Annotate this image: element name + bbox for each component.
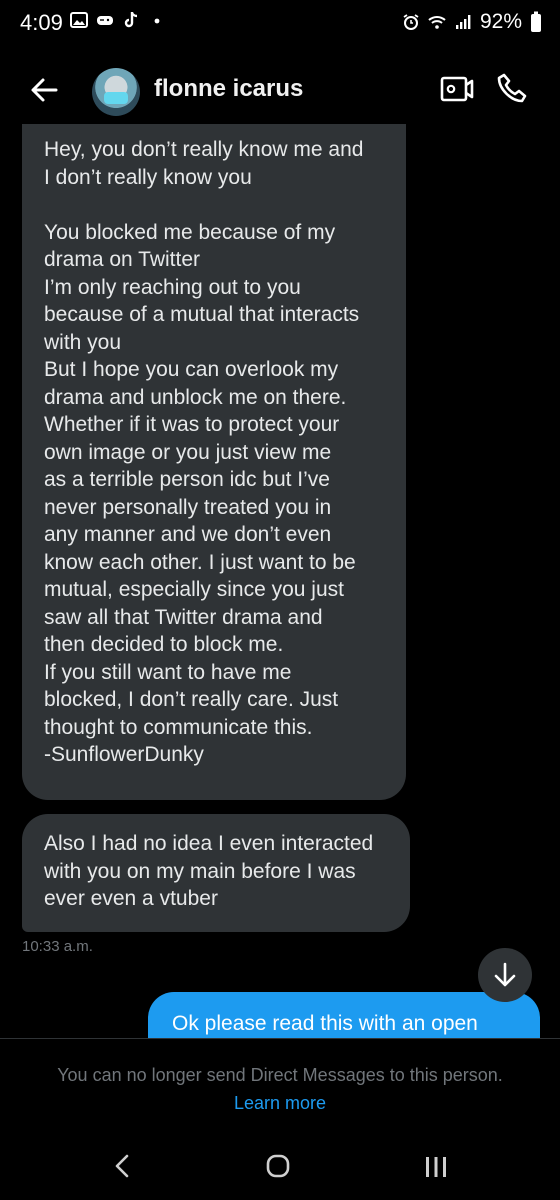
back-arrow-icon[interactable]	[26, 72, 66, 108]
blocked-footer: You can no longer send Direct Messages t…	[0, 1038, 560, 1131]
battery-level: 92%	[479, 10, 522, 33]
incoming-message[interactable]: Also I had no idea I even interacted wit…	[22, 814, 410, 932]
blocked-notice: You can no longer send Direct Messages t…	[57, 1065, 503, 1085]
conversation-header: flonne icarus	[0, 58, 560, 122]
nav-back-icon[interactable]	[112, 1154, 132, 1178]
tiktok-icon	[124, 12, 138, 28]
gamepad-icon	[97, 16, 113, 25]
phone-call-icon[interactable]	[496, 72, 528, 104]
battery-icon	[531, 11, 541, 32]
notification-icons	[70, 11, 166, 29]
alarm-icon	[403, 14, 419, 30]
arrow-down-icon	[494, 962, 516, 987]
incoming-message[interactable]: Hey, you don’t really know me and I don’…	[22, 124, 406, 800]
dot-icon	[154, 18, 160, 24]
system-status: 92%	[402, 10, 542, 34]
message-timestamp: 10:33 a.m.	[22, 938, 93, 955]
nav-recent-apps-icon[interactable]	[424, 1156, 448, 1178]
scroll-to-bottom-button[interactable]	[478, 948, 532, 1002]
status-bar: 4:09 92%	[0, 0, 560, 50]
status-time: 4:09	[20, 10, 63, 35]
gallery-icon	[70, 12, 88, 28]
learn-more-link[interactable]: Learn more	[0, 1093, 560, 1114]
outgoing-message[interactable]: Ok please read this with an open	[148, 992, 540, 1042]
nav-home-icon[interactable]	[266, 1154, 290, 1178]
signal-icon	[455, 15, 471, 29]
android-navigation-bar	[0, 1130, 560, 1200]
contact-name[interactable]: flonne icarus	[154, 75, 303, 103]
avatar-mask-detail	[104, 92, 128, 104]
avatar[interactable]	[92, 68, 140, 116]
video-call-icon[interactable]	[440, 74, 474, 104]
wifi-icon	[428, 16, 446, 29]
